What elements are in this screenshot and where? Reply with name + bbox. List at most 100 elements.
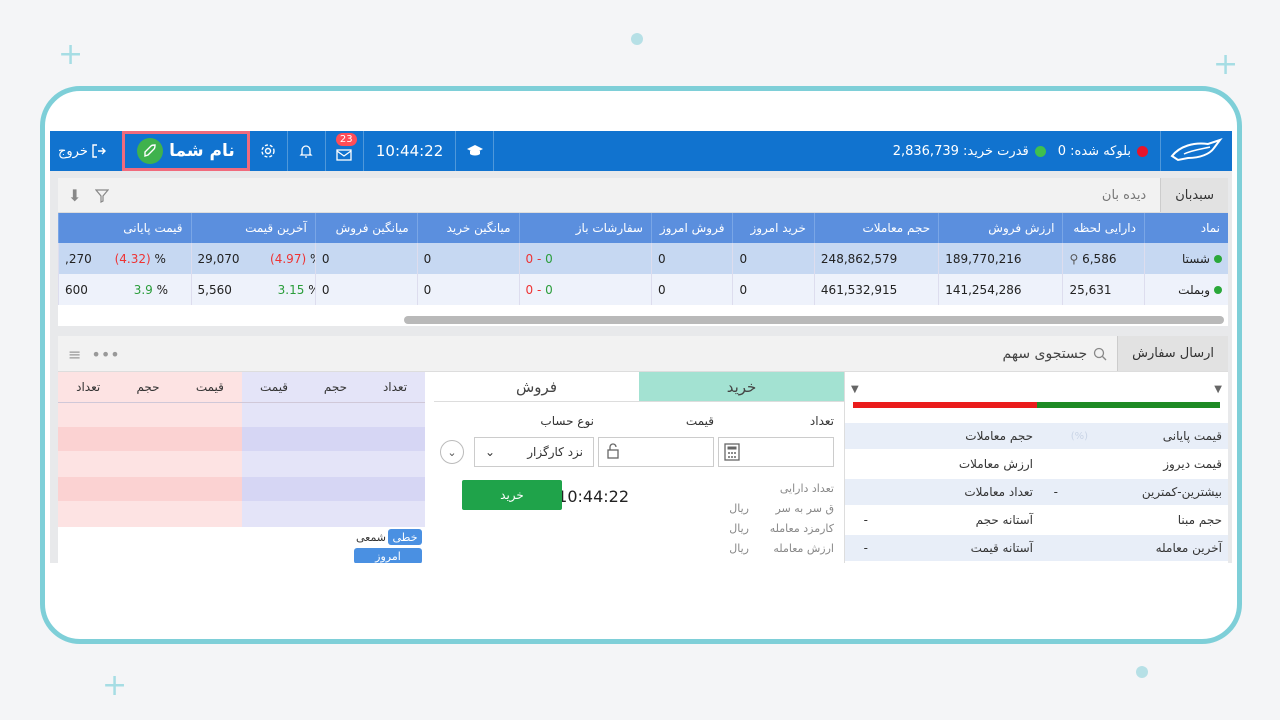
table-row[interactable]: شستا 6,586 ⚲ 189,770,216 248,862,579 0 0… [58,243,1228,274]
column-header[interactable]: خرید امروز [732,213,815,243]
price-input[interactable] [598,437,714,467]
clock: 10:44:22 [364,131,457,171]
info-label: قیمت دیروز [1163,457,1222,471]
buy-row[interactable] [242,427,425,451]
buy-row[interactable] [242,477,425,501]
tab-buy[interactable]: خرید [639,372,844,402]
tab-send-order[interactable]: ارسال سفارش [1117,336,1228,371]
column-header: حجم [136,380,160,394]
info-label: تعداد معاملات [964,485,1033,499]
download-icon[interactable]: ⬇ [68,186,81,205]
column-header[interactable]: فروش امروز [650,213,733,243]
dropdown-triangle-icon[interactable]: ▼ [851,384,859,395]
asset-count-label: تعداد دارایی [779,482,834,495]
quantity-input[interactable] [718,437,834,467]
buy-orders-header: تعداد حجم قیمت [242,372,425,402]
close-price-change: 3.9 [133,282,153,297]
user-profile[interactable]: نام شما [121,131,250,171]
column-header[interactable]: آخرین قیمت [190,213,316,243]
horizontal-scrollbar[interactable] [404,316,1224,324]
user-name: نام شما [169,141,235,161]
menu-icon[interactable]: ≡ [68,345,81,364]
open-buy-count: 0 [545,282,553,297]
column-header[interactable]: ارزش فروش [938,213,1063,243]
close-price: ,270 [65,251,92,266]
buy-sell-ratio-bar [853,402,1220,408]
watchlist-table: نماد دارایی لحظه ارزش فروش حجم معاملات خ… [58,213,1228,305]
unlock-icon[interactable] [607,443,621,459]
info-row: آخرین معامله آستانه قیمت - [845,535,1228,561]
green-status-dot [1034,145,1046,157]
sell-today-cell: 0 [650,243,733,274]
symbol-cell[interactable]: شستا [1143,243,1228,274]
buying-power-label: قدرت خرید: 2,836,739 [892,143,1029,159]
tab-sell[interactable]: فروش [434,372,639,402]
column-header[interactable]: قیمت پایانی [58,213,192,243]
quantity-label: تعداد [809,414,834,428]
rial-unit: ریال [729,502,749,515]
column-header[interactable]: دارایی لحظه [1062,213,1145,243]
column-header[interactable]: نماد [1143,213,1228,243]
filter-icon[interactable] [95,188,110,203]
column-header[interactable]: میانگین فروش [314,213,418,243]
education-button[interactable] [456,131,495,171]
expand-button[interactable]: ⌄ [440,440,464,464]
asset-cell: 6,586 ⚲ [1062,243,1145,274]
notifications-button[interactable] [288,131,326,171]
broker-logo[interactable] [1160,131,1232,171]
buy-button[interactable]: خرید [462,480,562,510]
settings-button[interactable] [250,131,288,171]
dropdown-triangle-icon[interactable]: ▼ [1214,384,1222,395]
sell-row[interactable] [58,427,242,451]
order-time: 10:44:22 [557,487,629,506]
info-label: ارزش معاملات [958,457,1033,471]
symbol-name: وبملت [1178,282,1210,297]
last-price-cell: 5,560 3.15 % [190,274,316,305]
column-header[interactable]: سفارشات باز [518,213,652,243]
order-panel-tools: ≡ ••• [68,336,120,372]
more-icon[interactable]: ••• [91,345,119,364]
candle-chart-chip[interactable]: شمعی [354,529,388,545]
last-price-cell: 29,070 (4.97) % [190,243,316,274]
trading-app: بلوکه شده: 0 قدرت خرید: 2,836,739 خروج ن… [50,131,1232,563]
stock-search[interactable]: جستجوی سهم [1003,336,1108,371]
symbol-cell[interactable]: وبملت [1143,274,1228,305]
column-header: قیمت [195,380,224,394]
table-row[interactable]: وبملت 25,631 141,254,286 461,532,915 0 0… [58,274,1228,305]
account-type-select[interactable]: نزد کارگزار ⌄ [474,437,594,467]
account-type-value: نزد کارگزار [527,445,583,459]
last-price: 5,560 [197,282,232,297]
fee-label: کارمزد معامله [769,522,834,535]
info-label: قیمت پایانی [1162,429,1222,443]
calculator-icon[interactable] [724,443,740,461]
order-side-tabs: خرید فروش [434,372,844,402]
gear-icon [261,144,276,158]
sell-ratio-segment [853,402,1037,408]
toggle-icon[interactable]: (%) [1071,431,1088,442]
dot-decoration [1136,666,1148,678]
tab-portfolio[interactable]: سبدبان [1160,178,1228,212]
line-chart-chip[interactable]: خطی [388,529,422,545]
plus-decoration: + [102,668,128,703]
plus-decoration: + [1213,47,1239,82]
exit-button[interactable]: خروج [50,131,114,171]
tab-watchlist[interactable]: دیده بان [1088,178,1160,212]
search-icon[interactable]: ⚲ [1069,252,1078,266]
messages-button[interactable]: 23 [326,131,364,171]
search-placeholder: جستجوی سهم [1002,345,1088,362]
today-chip[interactable]: امروز [354,548,422,563]
avg-buy-cell: 0 [416,274,520,305]
symbol-info: ▼ ▼ قیمت پایانی (%) حجم معاملات قیمت دیر… [844,372,1228,563]
sell-row[interactable] [58,477,242,501]
topbar-actions: خروج نام شما 23 10:44:22 [50,131,495,171]
column-header[interactable]: حجم معاملات [813,213,939,243]
info-label: حجم مبنا [1177,513,1222,527]
open-buy-count: 0 [545,251,553,266]
horse-logo-icon [1170,138,1223,162]
avg-sell-cell: 0 [314,274,418,305]
column-header: تعداد [382,380,408,394]
column-header[interactable]: میانگین خرید [416,213,520,243]
rocket-icon [137,138,164,164]
avg-buy-cell: 0 [416,243,520,274]
asset-cell: 25,631 [1062,274,1145,305]
